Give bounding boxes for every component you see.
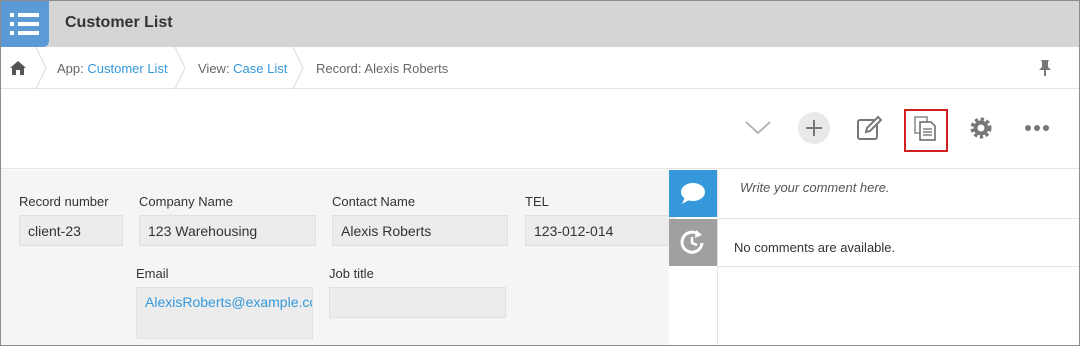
- company-name-value: 123 Warehousing: [139, 215, 316, 246]
- add-icon[interactable]: [797, 111, 831, 145]
- app-title: Customer List: [65, 14, 173, 31]
- breadcrumb-record: Record: Alexis Roberts: [316, 61, 449, 76]
- breadcrumb-app-link[interactable]: Customer List: [87, 61, 167, 76]
- breadcrumb-separator: [35, 47, 47, 89]
- breadcrumb-separator: [174, 47, 186, 89]
- company-name-label: Company Name: [139, 194, 233, 209]
- breadcrumb: App: Customer List View: Case List Recor…: [1, 47, 1079, 89]
- tel-label: TEL: [525, 194, 549, 209]
- gear-icon[interactable]: [964, 111, 998, 145]
- comment-placeholder: Write your comment here.: [740, 180, 890, 195]
- email-label: Email: [136, 266, 169, 281]
- home-icon[interactable]: [9, 60, 27, 76]
- record-form: Record number client-23 Company Name 123…: [1, 170, 675, 345]
- history-icon: [680, 230, 704, 254]
- duplicate-highlight: [904, 109, 948, 152]
- record-detail-window: Customer List App: Customer List View: C…: [0, 0, 1080, 346]
- record-number-value: client-23: [19, 215, 123, 246]
- history-tab[interactable]: [669, 219, 717, 266]
- breadcrumb-view: View: Case List: [198, 61, 288, 76]
- title-bar: Customer List: [1, 1, 1079, 47]
- comments-tab[interactable]: [669, 170, 717, 217]
- chevron-down-icon[interactable]: [741, 111, 775, 145]
- speech-bubble-icon: [681, 183, 705, 204]
- more-icon[interactable]: [1020, 111, 1054, 145]
- breadcrumb-app: App: Customer List: [57, 61, 168, 76]
- comments-empty-state: No comments are available.: [718, 219, 1079, 267]
- job-title-label: Job title: [329, 266, 374, 281]
- comment-input[interactable]: Write your comment here.: [718, 170, 1079, 219]
- comment-panel: Write your comment here. No comments are…: [717, 170, 1079, 345]
- edit-icon[interactable]: [852, 111, 886, 145]
- breadcrumb-view-link[interactable]: Case List: [233, 61, 287, 76]
- record-number-label: Record number: [19, 194, 109, 209]
- email-link[interactable]: AlexisRoberts@example.com: [136, 287, 313, 339]
- no-comments-message: No comments are available.: [734, 240, 896, 255]
- tel-value: 123-012-014: [525, 215, 675, 246]
- job-title-value: [329, 287, 506, 318]
- app-list-icon[interactable]: [1, 1, 49, 47]
- contact-name-label: Contact Name: [332, 194, 416, 209]
- pin-icon[interactable]: [1037, 59, 1053, 77]
- breadcrumb-separator: [292, 47, 304, 89]
- contact-name-value: Alexis Roberts: [332, 215, 508, 246]
